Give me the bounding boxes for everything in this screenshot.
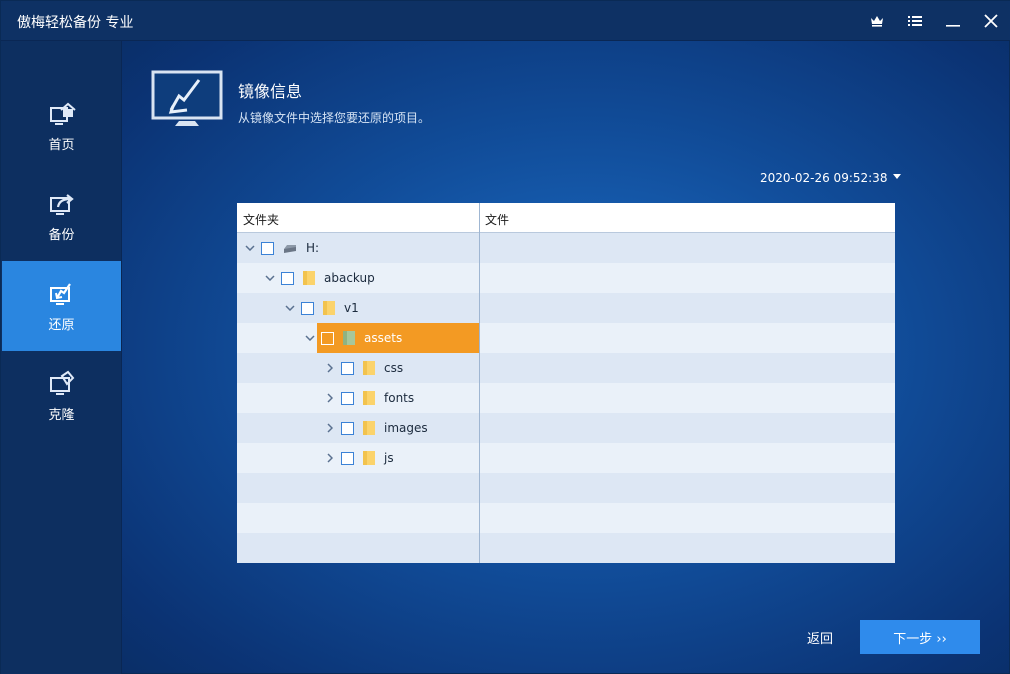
restore-monitor-icon [49,282,71,305]
crown-icon[interactable] [867,11,887,31]
table-row-band [237,233,895,263]
chevron-down-icon[interactable] [303,331,317,345]
table-row-band [237,473,895,503]
chevron-down-icon[interactable] [263,271,277,285]
tree-node-label: abackup [324,271,375,285]
sidebar-item-label: 克隆 [48,407,75,423]
tree-node-label: js [384,451,394,465]
page-title: 镜像信息 [238,82,303,101]
chevron-down-icon [893,173,902,179]
folder-icon [363,421,375,435]
chevron-down-icon[interactable] [283,301,297,315]
folder-icon [343,331,355,345]
column-divider [479,203,480,563]
table-header: 文件夹 文件 [237,203,895,233]
chevron-right-icon[interactable] [323,421,337,435]
tree-node-folder-selected[interactable]: assets [317,323,479,353]
home-monitor-icon [49,102,76,125]
title-bar: 傲梅轻松备份 专业 [1,1,1010,41]
tree-node-folder[interactable]: abackup [263,263,375,293]
tree-node-label: v1 [344,301,359,315]
folder-icon [323,301,335,315]
sidebar: 首页 备份 还原 克隆 [1,41,122,674]
folder-icon [363,391,375,405]
sidebar-item-backup[interactable]: 备份 [2,171,121,261]
folder-icon [363,361,375,375]
sidebar-item-home[interactable]: 首页 [2,81,121,171]
checkbox[interactable] [341,361,354,375]
checkbox[interactable] [341,391,354,405]
tree-node-label: images [384,421,428,435]
checkbox[interactable] [261,241,274,255]
sidebar-item-label: 首页 [48,137,75,153]
sidebar-item-label: 备份 [48,227,75,243]
tree-node-folder[interactable]: v1 [283,293,359,323]
file-browser-table: 文件夹 文件 H: abackup v1 assets css fonts im… [237,203,895,563]
sidebar-item-restore[interactable]: 还原 [2,261,121,351]
clone-monitor-icon [49,370,74,395]
folder-icon [303,271,315,285]
column-header-files: 文件 [485,213,510,227]
checkbox[interactable] [281,271,294,285]
tree-node-label: H: [306,241,320,255]
app-window: 傲梅轻松备份 专业 首页 备份 还原 克隆 镜像信息 从镜像文件中选择您要还原的… [0,0,1010,674]
checkbox[interactable] [341,451,354,465]
backup-date-select[interactable]: 2020-02-26 09:52:38 [760,169,902,187]
restore-monitor-icon [151,70,223,126]
table-row-band [237,503,895,533]
chevron-right-icon[interactable] [323,391,337,405]
next-button[interactable]: 下一步 ›› [860,620,980,654]
minimize-icon[interactable] [943,11,963,31]
folder-icon [363,451,375,465]
table-row-band [237,533,895,563]
menu-list-icon[interactable] [905,11,925,31]
app-title: 傲梅轻松备份 专业 [17,15,134,31]
tree-node-folder[interactable]: fonts [323,383,414,413]
tree-node-label: css [384,361,404,375]
checkbox[interactable] [341,421,354,435]
chevron-right-icon[interactable] [323,451,337,465]
tree-node-folder[interactable]: images [323,413,428,443]
chevron-down-icon[interactable] [243,241,257,255]
sidebar-item-label: 还原 [48,317,75,333]
page-subtitle: 从镜像文件中选择您要还原的项目。 [238,111,431,125]
tree-node-drive[interactable]: H: [243,233,319,263]
tree-node-label: fonts [384,391,415,405]
checkbox[interactable] [301,301,314,315]
tree-node-folder[interactable]: js [323,443,394,473]
column-header-folders: 文件夹 [243,213,280,227]
checkbox[interactable] [321,331,334,345]
backup-date-value: 2020-02-26 09:52:38 [760,171,888,185]
drive-icon [284,245,296,253]
close-icon[interactable] [981,11,1001,31]
chevron-right-icon[interactable] [323,361,337,375]
tree-node-folder[interactable]: css [323,353,403,383]
tree-node-label: assets [364,331,403,345]
back-button[interactable]: 返回 [807,628,833,647]
sidebar-item-clone[interactable]: 克隆 [2,351,121,441]
backup-monitor-icon [49,193,74,215]
